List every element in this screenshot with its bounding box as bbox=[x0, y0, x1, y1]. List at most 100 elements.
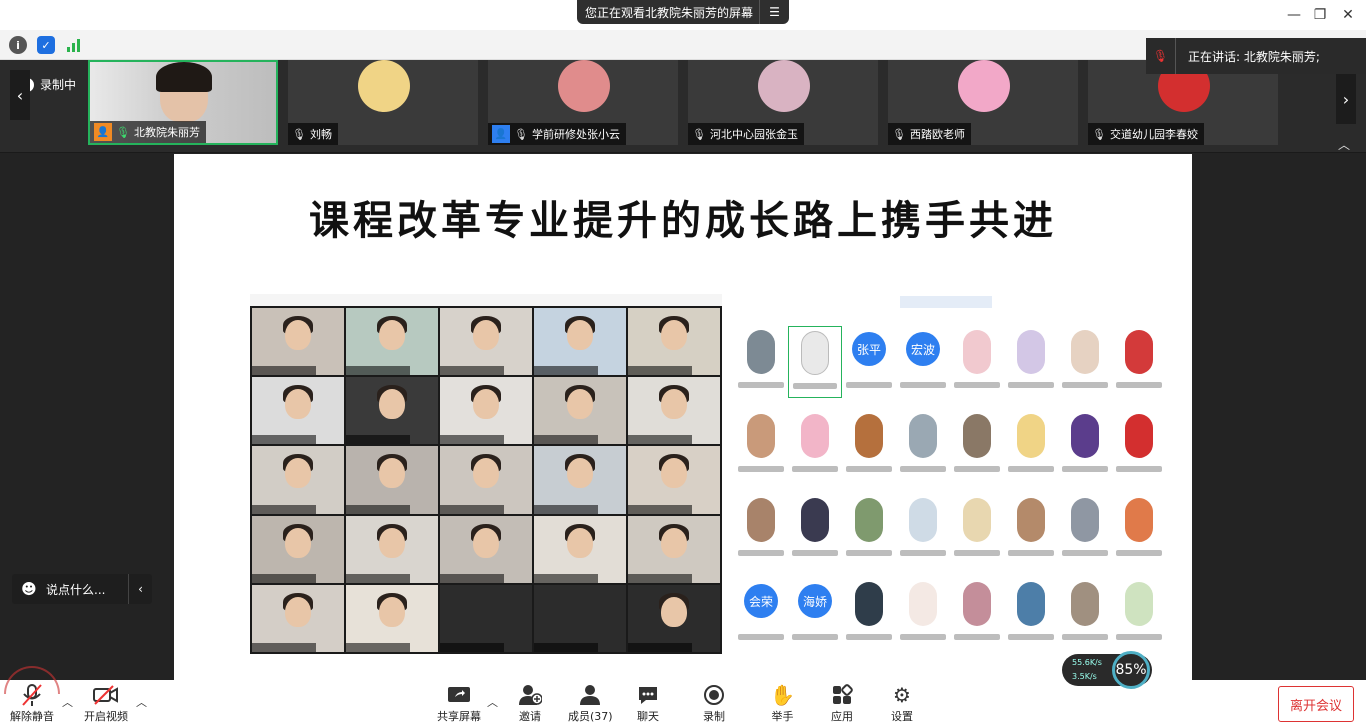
participant-name: 北教院朱丽芳 bbox=[133, 126, 200, 139]
share-screen-button[interactable]: 共享屏幕 bbox=[437, 682, 481, 724]
member-avatar bbox=[1004, 326, 1058, 398]
active-speaker-notice: 🎙 正在讲话: 北教院朱丽芳; bbox=[1146, 38, 1366, 74]
gallery-grid bbox=[252, 308, 720, 652]
meeting-toolbar: 解除静音 ︿ 开启视频 ︿ 共享屏幕 ︿ 邀请 成员(37) 聊天 录制 ✋ 举… bbox=[0, 666, 1366, 728]
participant-namebar: 👤 🎙 学前研修处张小云 bbox=[488, 123, 626, 145]
mic-on-icon: 🎙 bbox=[116, 125, 130, 139]
invite-button[interactable]: 邀请 bbox=[518, 682, 542, 724]
network-status[interactable]: 55.6K/s 3.5K/s 85% bbox=[1062, 651, 1152, 689]
minimize-button[interactable]: — bbox=[1282, 4, 1306, 26]
video-cell bbox=[440, 308, 532, 376]
collapse-strip-icon[interactable]: ︿ bbox=[1338, 136, 1350, 153]
video-cell bbox=[440, 377, 532, 445]
settings-button[interactable]: ⚙ 设置 bbox=[891, 682, 913, 724]
member-avatar bbox=[1004, 494, 1058, 566]
security-shield-icon[interactable]: ✓ bbox=[37, 36, 55, 54]
video-cell bbox=[534, 377, 626, 445]
member-avatar bbox=[1112, 578, 1166, 650]
member-avatar bbox=[1058, 410, 1112, 482]
settings-label: 设置 bbox=[891, 710, 913, 723]
quick-chat-input[interactable]: ☻ 说点什么... ‹ bbox=[12, 574, 152, 604]
download-speed: 3.5K/s bbox=[1072, 672, 1097, 681]
video-cell bbox=[440, 446, 532, 514]
video-cell bbox=[440, 584, 532, 652]
member-avatar bbox=[734, 326, 788, 398]
record-button[interactable]: 录制 bbox=[703, 682, 725, 724]
member-avatar bbox=[788, 326, 842, 398]
participant-namebar: 🎙 西踏欧老师 bbox=[888, 123, 971, 145]
participant-tile[interactable]: 👤 🎙 学前研修处张小云 bbox=[488, 60, 678, 145]
video-cell bbox=[346, 308, 438, 376]
member-avatar bbox=[950, 410, 1004, 482]
member-avatar bbox=[896, 578, 950, 650]
participant-namebar: 🎙 刘畅 bbox=[288, 123, 338, 145]
participant-tile[interactable]: 🎙 西踏欧老师 bbox=[888, 60, 1078, 145]
member-avatar bbox=[1004, 578, 1058, 650]
strip-next-button[interactable]: › bbox=[1336, 74, 1356, 124]
collapse-chat-icon[interactable]: ‹ bbox=[128, 574, 152, 604]
video-cell bbox=[628, 446, 720, 514]
speaker-box bbox=[900, 296, 992, 308]
apps-label: 应用 bbox=[831, 710, 853, 723]
video-cell bbox=[628, 377, 720, 445]
chat-placeholder: 说点什么... bbox=[46, 582, 106, 597]
member-avatar bbox=[896, 410, 950, 482]
record-label: 录制 bbox=[703, 710, 725, 723]
video-cell bbox=[252, 308, 344, 376]
participant-tile[interactable]: 🎙 河北中心园张金玉 bbox=[688, 60, 878, 145]
raise-hand-button[interactable]: ✋ 举手 bbox=[770, 682, 795, 724]
gallery-caption-bar bbox=[250, 294, 722, 306]
restore-button[interactable]: ❐ bbox=[1308, 4, 1332, 26]
member-avatar bbox=[1058, 494, 1112, 566]
mic-muted-icon bbox=[21, 682, 43, 708]
gear-icon: ⚙ bbox=[893, 683, 911, 707]
close-button[interactable]: ✕ bbox=[1336, 4, 1360, 26]
video-cell bbox=[534, 446, 626, 514]
mic-muted-icon: 🎙 bbox=[514, 127, 528, 141]
strip-prev-button[interactable]: ‹ bbox=[10, 70, 30, 120]
video-cell bbox=[252, 584, 344, 652]
chat-label: 聊天 bbox=[637, 710, 659, 723]
cpu-percent: 85% bbox=[1112, 651, 1150, 689]
leave-meeting-button[interactable]: 离开会议 bbox=[1278, 686, 1354, 722]
participant-avatar bbox=[958, 60, 1010, 112]
start-video-button[interactable]: 开启视频 bbox=[84, 682, 128, 724]
video-options-icon[interactable]: ︿ bbox=[136, 694, 147, 710]
viewing-screen-pill[interactable]: 您正在观看北教院朱丽芳的屏幕 ☰ bbox=[577, 0, 789, 24]
info-icon[interactable]: i bbox=[9, 36, 27, 54]
chat-button[interactable]: 聊天 bbox=[637, 682, 659, 724]
share-options-icon[interactable]: ︿ bbox=[487, 694, 498, 710]
member-avatar: 海娇 bbox=[788, 578, 842, 650]
video-cell bbox=[534, 584, 626, 652]
participant-name: 河北中心园张金玉 bbox=[709, 128, 798, 141]
start-video-label: 开启视频 bbox=[84, 710, 128, 723]
signal-strength-icon[interactable] bbox=[65, 36, 83, 54]
members-button[interactable]: 成员(37) bbox=[568, 682, 613, 724]
upload-speed: 55.6K/s bbox=[1072, 658, 1102, 667]
participant-tile[interactable]: 👤 🎙 北教院朱丽芳 bbox=[88, 60, 278, 145]
mic-muted-icon: 🎙 bbox=[892, 127, 906, 141]
mic-muted-icon: 🎙 bbox=[292, 127, 306, 141]
video-cell bbox=[346, 377, 438, 445]
view-options-icon[interactable]: ☰ bbox=[759, 0, 789, 24]
member-avatar bbox=[950, 326, 1004, 398]
member-avatar bbox=[950, 494, 1004, 566]
audio-options-icon[interactable]: ︿ bbox=[62, 694, 73, 710]
video-cell bbox=[628, 584, 720, 652]
member-avatar bbox=[1058, 326, 1112, 398]
participant-tile[interactable]: 🎙 刘畅 bbox=[288, 60, 478, 145]
video-cell bbox=[534, 515, 626, 583]
member-avatar bbox=[1112, 494, 1166, 566]
participant-avatar bbox=[758, 60, 810, 112]
video-cell bbox=[628, 515, 720, 583]
member-avatar bbox=[788, 410, 842, 482]
unmute-button[interactable]: 解除静音 bbox=[10, 682, 54, 724]
emoji-icon[interactable]: ☻ bbox=[12, 580, 46, 598]
raise-hand-icon: ✋ bbox=[770, 683, 795, 707]
participant-namebar: 🎙 河北中心园张金玉 bbox=[688, 123, 804, 145]
member-avatar: 宏波 bbox=[896, 326, 950, 398]
member-avatar bbox=[734, 410, 788, 482]
participant-namebar: 👤 🎙 北教院朱丽芳 bbox=[90, 121, 206, 143]
video-cell bbox=[252, 377, 344, 445]
apps-button[interactable]: 应用 bbox=[831, 682, 853, 724]
